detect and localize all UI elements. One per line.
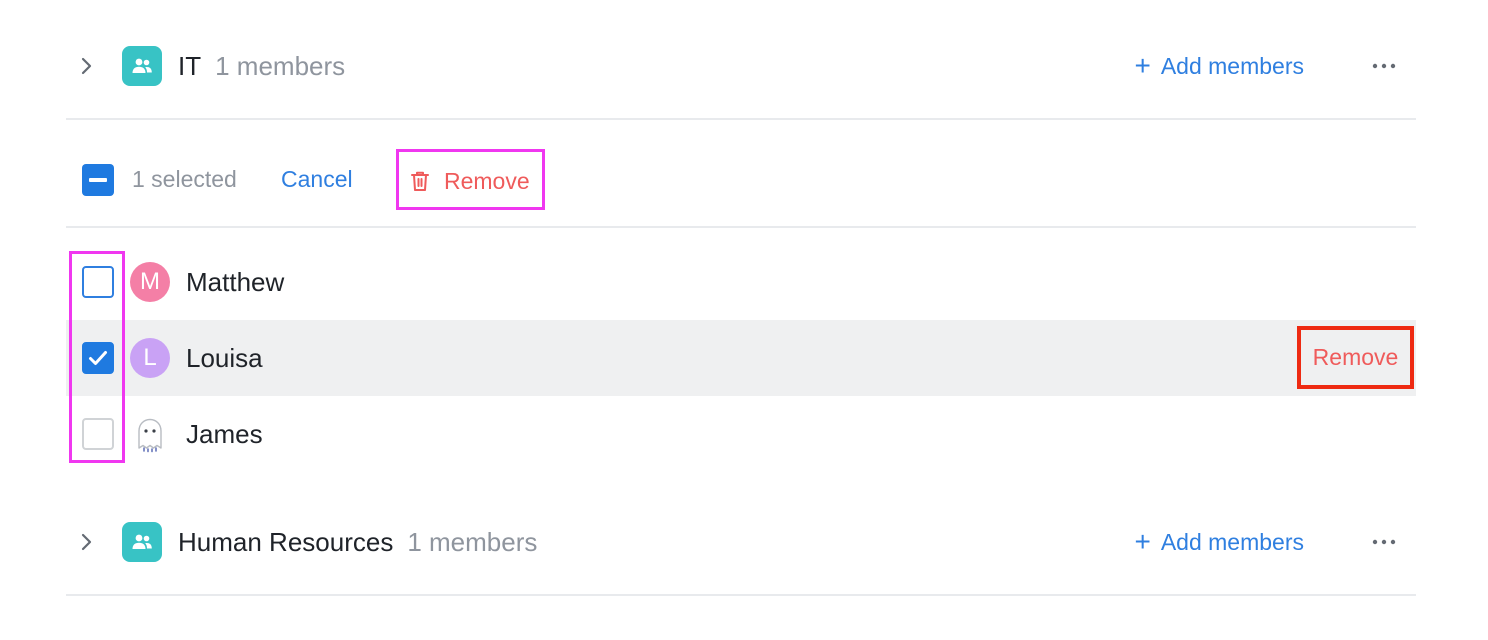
remove-member-button[interactable]: Remove [1297, 326, 1414, 389]
divider [66, 594, 1416, 596]
group-member-count: 1 members [215, 51, 346, 81]
divider [66, 226, 1416, 228]
more-options-icon[interactable] [1370, 56, 1398, 76]
more-options-icon[interactable] [1370, 532, 1398, 552]
member-checkbox[interactable] [82, 266, 114, 298]
group-title: IT [178, 51, 202, 81]
group-member-count: 1 members [407, 527, 538, 557]
member-row[interactable]: M Matthew [66, 244, 1416, 320]
add-members-label: Add members [1160, 529, 1304, 555]
member-name: Matthew [186, 267, 285, 297]
member-name: Louisa [186, 343, 263, 373]
select-all-checkbox[interactable] [82, 164, 114, 196]
selection-toolbar: 1 selected Cancel Remove [66, 120, 1416, 228]
chevron-right-icon[interactable] [74, 54, 98, 78]
group-icon [122, 46, 162, 86]
group-row-it[interactable]: IT 1 members + Add members [66, 12, 1416, 120]
remove-selected-button[interactable]: Remove [396, 149, 545, 210]
member-row[interactable]: L Louisa Remove [66, 320, 1416, 396]
group-icon [122, 522, 162, 562]
plus-icon: + [1134, 50, 1151, 81]
add-members-label: Add members [1160, 53, 1304, 79]
group-name: Human Resources 1 members [178, 526, 537, 558]
group-title: Human Resources [178, 527, 394, 557]
selected-count: 1 selected [132, 166, 237, 192]
group-row-human-resources[interactable]: Human Resources 1 members + Add members [66, 488, 1416, 596]
checkmark-icon [89, 351, 107, 365]
chevron-right-icon[interactable] [74, 530, 98, 554]
remove-label: Remove [444, 168, 530, 194]
trash-icon [411, 171, 429, 191]
plus-icon: + [1134, 526, 1151, 557]
member-row[interactable]: James [66, 396, 1416, 472]
ghost-icon [130, 414, 170, 454]
add-members-button[interactable]: + Add members [1134, 526, 1304, 558]
member-checkbox[interactable] [82, 342, 114, 374]
cancel-button[interactable]: Cancel [281, 166, 353, 193]
avatar: L [130, 338, 170, 378]
add-members-button[interactable]: + Add members [1134, 50, 1304, 82]
member-name: James [186, 419, 263, 449]
member-checkbox[interactable] [82, 418, 114, 450]
group-name: IT 1 members [178, 50, 345, 82]
avatar: M [130, 262, 170, 302]
